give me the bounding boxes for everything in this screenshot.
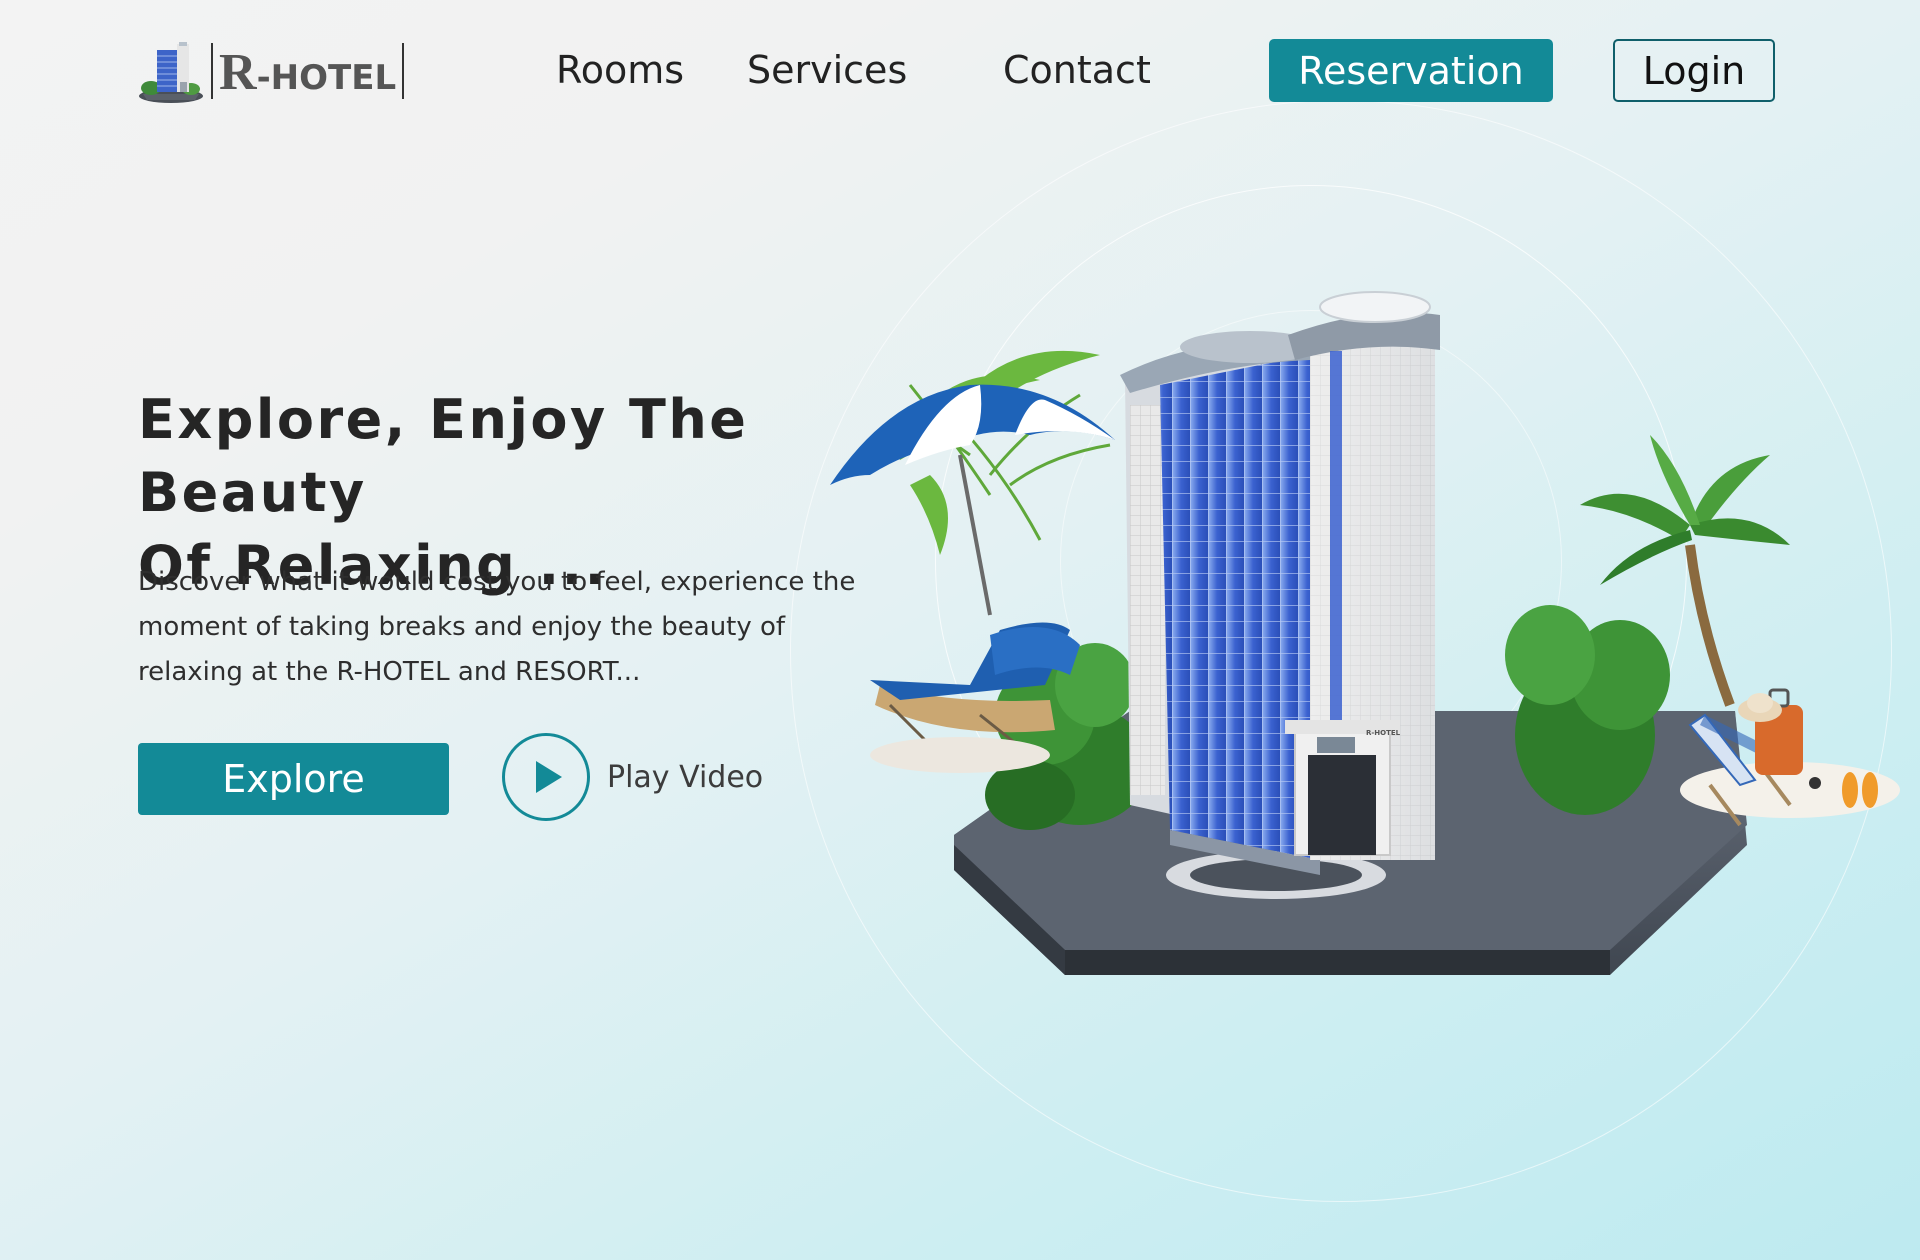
hero-title-line-1: Explore, Enjoy The Beauty: [138, 388, 749, 524]
hotel-resort-illustration: R-HOTEL: [830, 291, 1900, 975]
login-button[interactable]: Login: [1613, 39, 1775, 102]
brand-logo[interactable]: R -HOTEL: [137, 36, 405, 106]
nav-link-rooms[interactable]: Rooms: [556, 48, 684, 92]
site-header: R -HOTEL Rooms Services Contact Reservati…: [0, 0, 1920, 150]
logo-initial: R: [219, 44, 257, 101]
nav-link-contact[interactable]: Contact: [1003, 48, 1151, 92]
hero-description-line-3: relaxing at the R-HOTEL and RESORT...: [138, 657, 641, 687]
play-video-label[interactable]: Play Video: [607, 760, 763, 795]
glass-building: [1120, 331, 1320, 875]
hero-description-line-2: moment of taking breaks and enjoy the be…: [138, 612, 786, 642]
entrance-canopy: R-HOTEL: [1285, 720, 1401, 856]
play-video-button[interactable]: [502, 733, 590, 821]
explore-button[interactable]: Explore: [138, 743, 449, 815]
logo-wordmark: R -HOTEL: [211, 43, 405, 101]
play-video-control[interactable]: Play Video: [502, 733, 763, 821]
hero-description: Discover what it would cost you to feel,…: [138, 560, 858, 695]
hotel-building-icon: [139, 42, 203, 103]
logo-text: -HOTEL: [256, 58, 397, 98]
beach-umbrella: [830, 384, 1115, 616]
play-icon: [536, 761, 562, 793]
nav-link-services[interactable]: Services: [747, 48, 907, 92]
reservation-button[interactable]: Reservation: [1269, 39, 1553, 102]
building-sign: R-HOTEL: [1366, 729, 1401, 737]
hero-description-line-1: Discover what it would cost you to feel,…: [138, 567, 856, 597]
